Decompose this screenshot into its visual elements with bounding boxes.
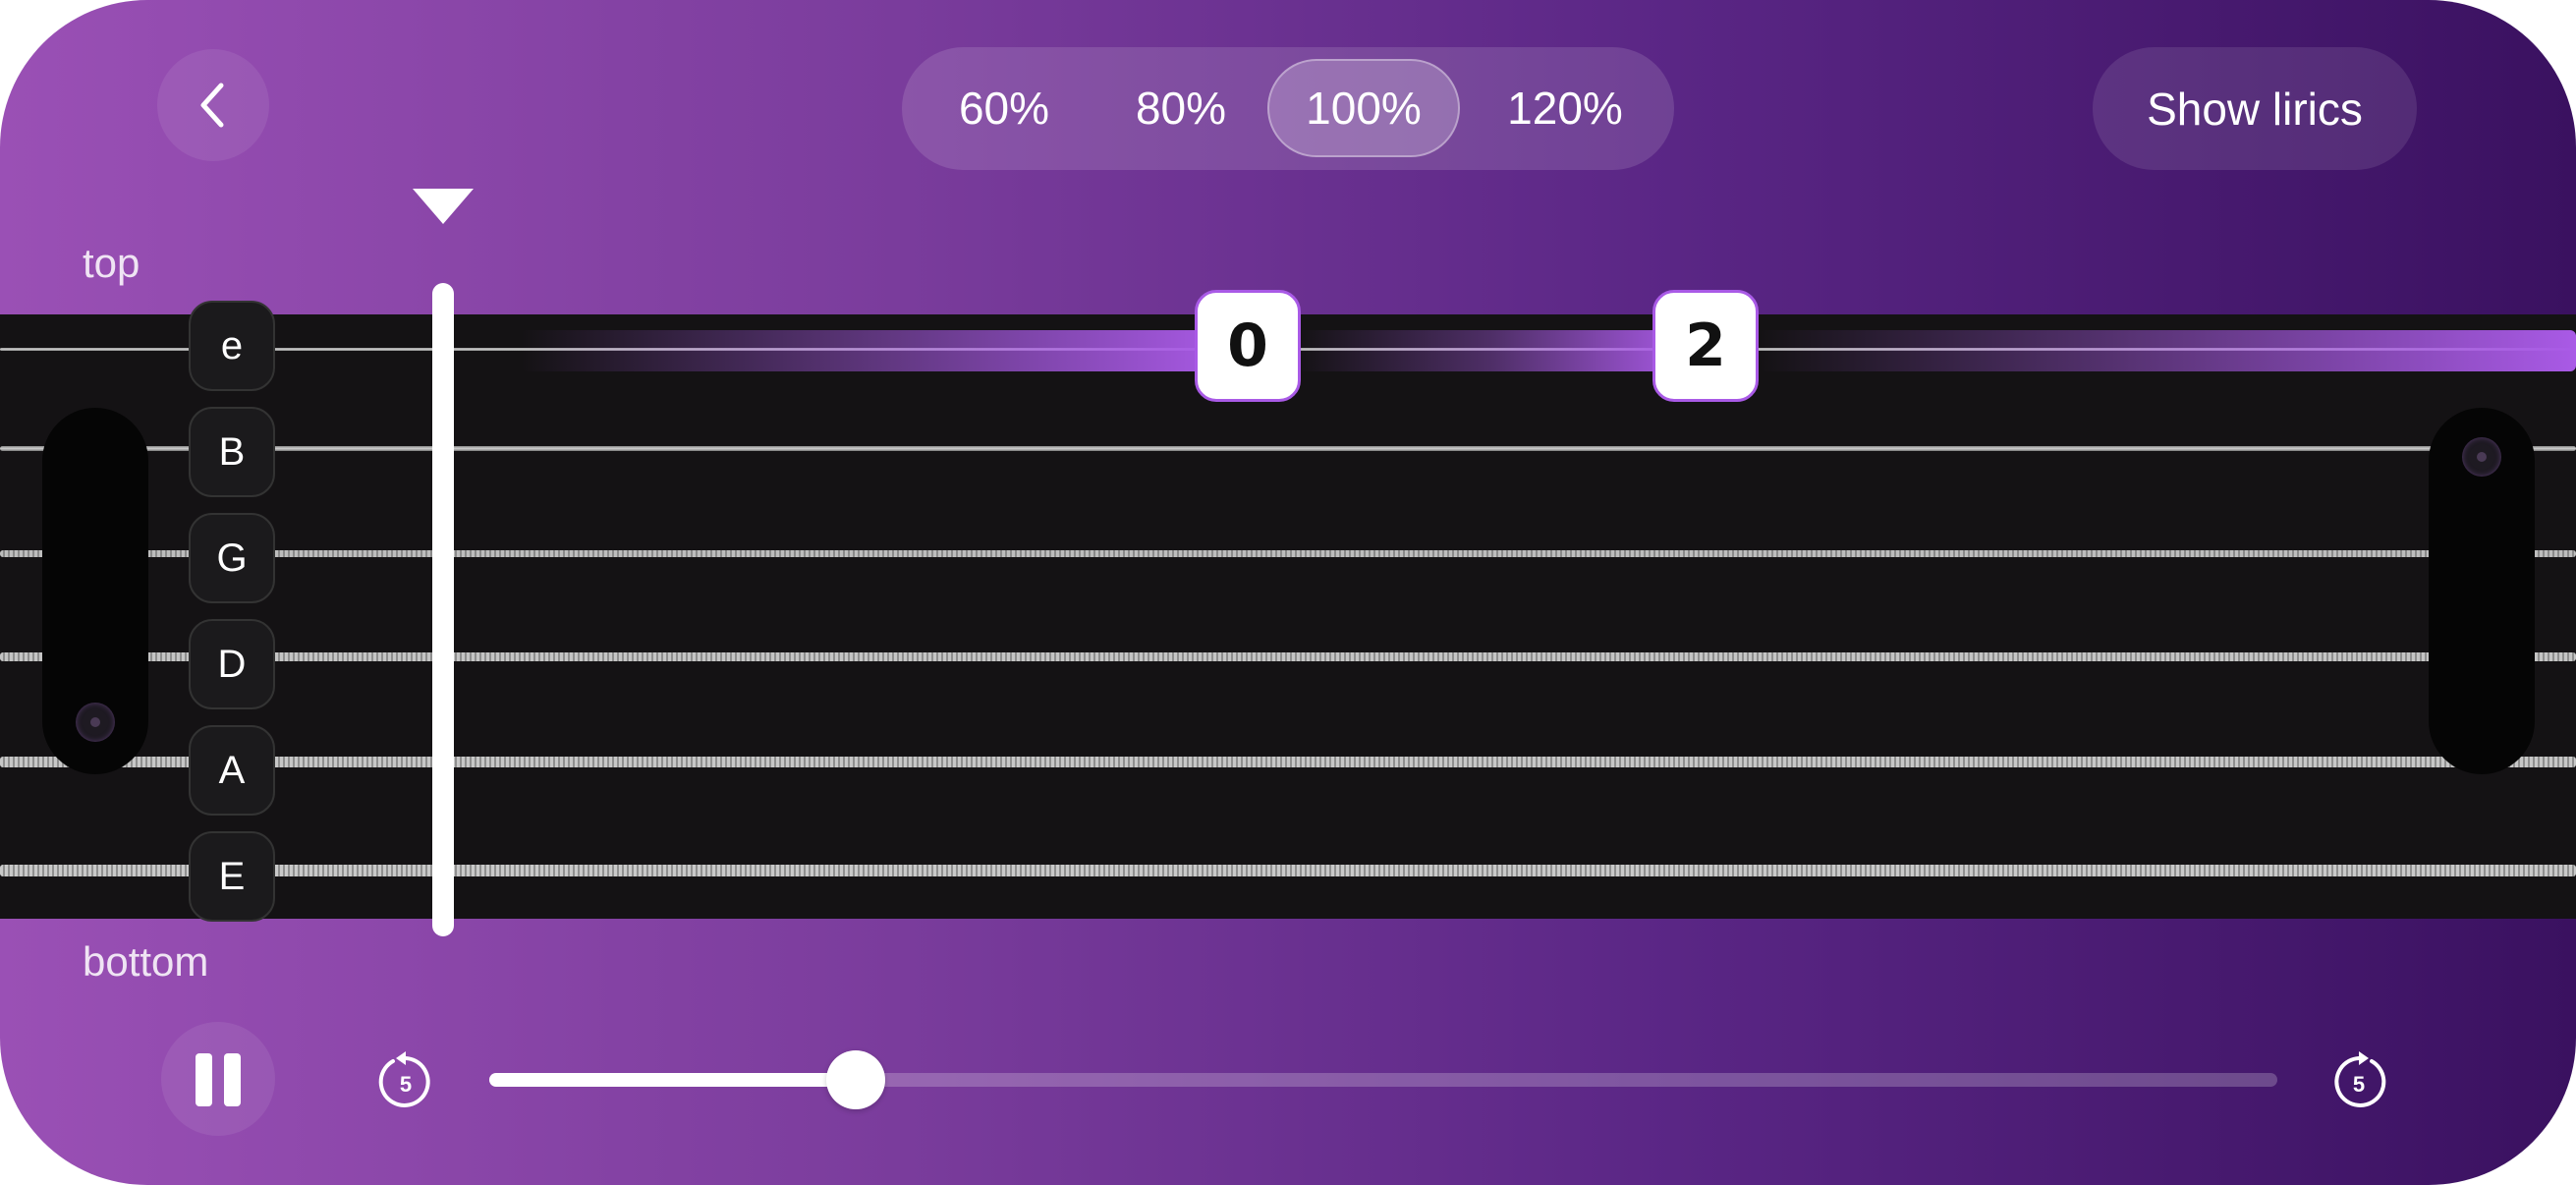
pause-button[interactable] — [161, 1022, 275, 1136]
skip-forward-seconds: 5 — [2353, 1072, 2365, 1097]
speed-option-100-selected[interactable]: 100% — [1267, 59, 1460, 157]
string-tag-e: e — [189, 301, 275, 391]
string-b — [0, 446, 2576, 451]
handle-dot-icon — [76, 703, 115, 742]
string-a — [0, 757, 2576, 767]
fretboard — [0, 314, 2576, 919]
string-tag-a: A — [189, 725, 275, 816]
string-low-e — [0, 865, 2576, 876]
note-trail — [521, 330, 1230, 371]
fret-note: 2 — [1652, 290, 1759, 402]
handle-dot-icon — [2462, 437, 2501, 477]
speed-option-120[interactable]: 120% — [1472, 59, 1658, 157]
top-label: top — [83, 240, 140, 286]
player-screen: 60% 80% 100% 120% Show lirics top 0 2 e … — [0, 0, 2576, 1185]
triangle-down-icon — [413, 189, 474, 224]
string-g — [0, 550, 2576, 557]
note-trail — [1297, 330, 1690, 371]
playback-speed-selector: 60% 80% 100% 120% — [902, 47, 1674, 170]
string-tag-d: D — [189, 619, 275, 709]
string-tag-b: B — [189, 407, 275, 497]
string-d — [0, 652, 2576, 661]
skip-forward-button[interactable]: 5 — [2326, 1049, 2391, 1114]
right-scroll-handle[interactable] — [2429, 408, 2535, 774]
forward-5-icon: 5 — [2334, 1051, 2386, 1107]
bottom-label: bottom — [83, 938, 209, 985]
skip-back-button[interactable]: 5 — [373, 1049, 438, 1114]
progress-knob[interactable] — [826, 1050, 886, 1109]
chevron-left-icon — [200, 83, 224, 128]
back-button[interactable] — [157, 49, 269, 161]
string-tag-low-e: E — [189, 831, 275, 922]
show-lyrics-button[interactable]: Show lirics — [2093, 47, 2417, 170]
speed-option-80[interactable]: 80% — [1098, 59, 1263, 157]
string-tag-g: G — [189, 513, 275, 603]
rewind-5-icon: 5 — [378, 1051, 430, 1107]
note-trail — [1759, 330, 2576, 371]
playhead-line — [432, 283, 454, 936]
progress-slider[interactable] — [489, 1050, 2277, 1109]
skip-back-seconds: 5 — [400, 1072, 412, 1097]
left-scroll-handle[interactable] — [42, 408, 148, 774]
speed-option-60[interactable]: 60% — [922, 59, 1087, 157]
fret-note: 0 — [1195, 290, 1301, 402]
progress-fill — [489, 1073, 857, 1087]
